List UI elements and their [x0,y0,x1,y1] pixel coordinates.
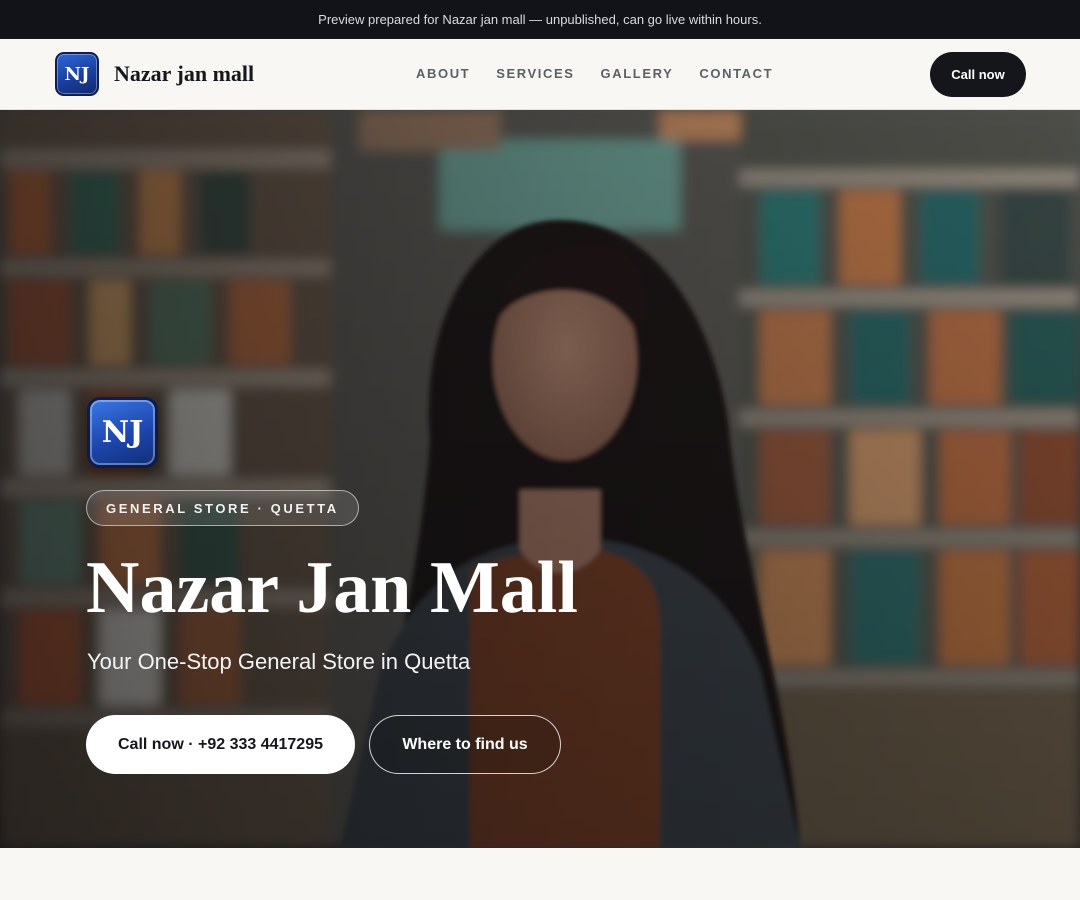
nav-services[interactable]: SERVICES [496,66,574,81]
find-us-button[interactable]: Where to find us [369,715,561,774]
brand[interactable]: NJ Nazar jan mall [55,52,254,96]
call-phone-button[interactable]: Call now · +92 333 4417295 [86,715,355,774]
preview-banner-text: Preview prepared for Nazar jan mall — un… [318,12,762,27]
hero-title: Nazar Jan Mall [86,547,578,629]
brand-logo-icon: NJ [55,52,99,96]
category-tag: GENERAL STORE · QUETTA [86,490,359,526]
preview-banner: Preview prepared for Nazar jan mall — un… [0,0,1080,39]
nav-contact[interactable]: CONTACT [699,66,773,81]
brand-name: Nazar jan mall [114,61,255,86]
next-section [0,848,1080,900]
call-now-button[interactable]: Call now [930,52,1026,97]
hero-subtitle: Your One-Stop General Store in Quetta [87,649,471,674]
hero-logo-icon: NJ [87,397,158,468]
site-header: NJ Nazar jan mall ABOUT SERVICES GALLERY… [0,39,1080,110]
hero-section: NJ GENERAL STORE · QUETTA Nazar Jan Mall… [0,110,1080,848]
category-tag-label: GENERAL STORE · QUETTA [106,500,339,516]
nav-about[interactable]: ABOUT [416,66,470,81]
nav-gallery[interactable]: GALLERY [601,66,674,81]
main-nav: ABOUT SERVICES GALLERY CONTACT [403,66,786,81]
